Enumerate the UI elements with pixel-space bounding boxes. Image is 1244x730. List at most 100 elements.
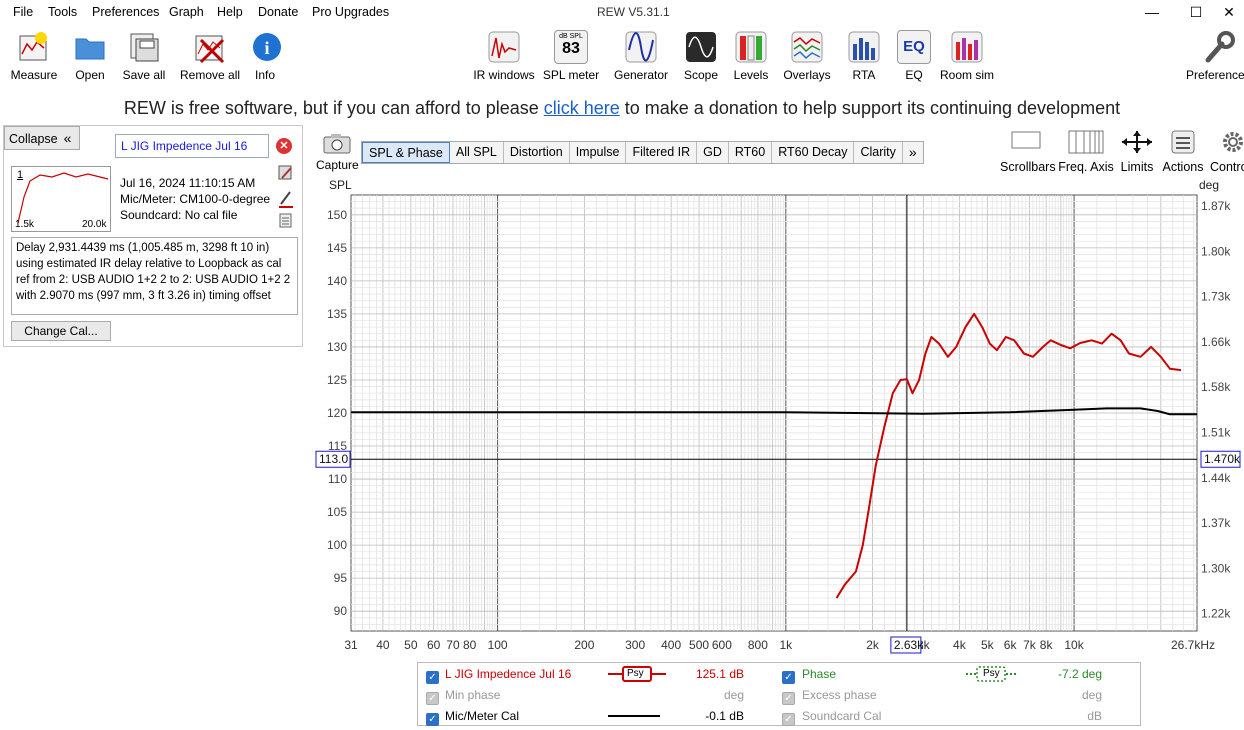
capture-label: Capture	[316, 158, 359, 172]
overlays-button[interactable]: Overlays	[782, 30, 832, 82]
room-sim-button[interactable]: Room sim	[938, 30, 996, 82]
eq-button[interactable]: EQ EQ	[897, 30, 931, 82]
generator-label: Generator	[613, 68, 669, 82]
x-tick-label: 7k	[1023, 638, 1037, 652]
legend-excess-phase-label: Excess phase	[802, 688, 877, 702]
controls-button[interactable]: Contro	[1210, 130, 1244, 174]
tab-more[interactable]: »	[903, 142, 923, 163]
remove-all-button[interactable]: Remove all	[180, 30, 240, 82]
tab-rt60-decay[interactable]: RT60 Decay	[772, 142, 855, 163]
menu-preferences[interactable]: Preferences	[92, 5, 159, 19]
controls-label: Contro	[1210, 160, 1244, 174]
x-tick-label: 50	[404, 638, 418, 652]
legend-excess-phase-value: deg	[1081, 688, 1102, 702]
measure-button[interactable]: Measure	[10, 30, 58, 82]
rta-button[interactable]: RTA	[846, 30, 882, 82]
double-chevron-left-icon: «	[63, 130, 72, 146]
save-all-label: Save all	[122, 68, 166, 82]
legend-cal-checkbox[interactable]: ✓	[426, 709, 439, 726]
limits-label: Limits	[1120, 160, 1154, 174]
scope-icon	[686, 32, 716, 62]
y-tick-label: 90	[334, 604, 348, 618]
levels-button[interactable]: Levels	[731, 30, 771, 82]
menu-pro-upgrades[interactable]: Pro Upgrades	[312, 5, 389, 19]
legend-spl-value: 125.1 dB	[695, 667, 744, 681]
menu-graph[interactable]: Graph	[169, 5, 204, 19]
save-all-button[interactable]: Save all	[122, 30, 166, 82]
scrollbars-button[interactable]: Scrollbars	[1000, 130, 1056, 174]
legend-spl-checkbox[interactable]: ✓	[426, 667, 439, 684]
legend-phase-psy[interactable]: Psy	[983, 668, 1000, 679]
legend-spl-label: L JIG Impedence Jul 16	[445, 667, 572, 681]
menu-file[interactable]: File	[13, 5, 33, 19]
legend-cal-value: -0.1 dB	[705, 709, 744, 723]
actions-button[interactable]: Actions	[1162, 130, 1204, 174]
y-tick-label: 150	[327, 208, 347, 222]
open-label: Open	[75, 68, 105, 82]
remove-all-label: Remove all	[180, 68, 241, 82]
tab-distortion[interactable]: Distortion	[504, 142, 570, 163]
open-button[interactable]: Open	[70, 30, 110, 82]
menu-tools[interactable]: Tools	[48, 5, 77, 19]
spl-phase-chart[interactable]: 15014514013513012512011511010510095901.8…	[0, 175, 1244, 660]
menu-donate[interactable]: Donate	[258, 5, 298, 19]
donation-link[interactable]: click here	[544, 98, 620, 118]
legend-spl-psy[interactable]: Psy	[627, 668, 644, 679]
close-icon[interactable]: ✕	[1214, 2, 1244, 22]
legend-cal-line	[608, 715, 660, 717]
y-tick-label: 140	[327, 274, 347, 288]
eq-label: EQ	[905, 68, 923, 82]
legend-soundcard-cal-checkbox[interactable]: ✓	[782, 709, 795, 726]
tab-all-spl[interactable]: All SPL	[450, 142, 504, 163]
freq-axis-button[interactable]: Freq. Axis	[1058, 130, 1114, 174]
measure-label: Measure	[10, 68, 58, 82]
y2-tick-label: 1.44k	[1201, 471, 1231, 485]
camera-icon	[323, 134, 351, 154]
measure-icon	[19, 32, 47, 61]
cursor-y-readout: 113.0	[319, 452, 348, 466]
legend-cal-label: Mic/Meter Cal	[445, 709, 520, 723]
maximize-icon[interactable]: ☐	[1181, 2, 1211, 22]
window-title: REW V5.31.1	[597, 5, 670, 19]
x-tick-label: 4k	[953, 638, 967, 652]
eq-icon: EQ	[897, 30, 931, 64]
limits-icon	[1122, 131, 1152, 153]
measurement-name-field[interactable]: L JIG Impedence Jul 16	[115, 134, 269, 158]
tab-gd[interactable]: GD	[697, 142, 729, 163]
y2-tick-label: 1.58k	[1201, 380, 1231, 394]
tab-spl-phase[interactable]: SPL & Phase	[362, 142, 450, 163]
tab-impulse[interactable]: Impulse	[570, 142, 627, 163]
collapse-button[interactable]: Collapse «	[4, 126, 80, 150]
legend-excess-phase-checkbox[interactable]: ✓	[782, 688, 795, 705]
generator-button[interactable]: Generator	[612, 30, 670, 82]
limits-button[interactable]: Limits	[1118, 130, 1156, 174]
legend-phase-checkbox[interactable]: ✓	[782, 667, 795, 684]
x-tick-label: 100	[488, 638, 508, 652]
scope-button[interactable]: Scope	[680, 30, 722, 82]
tab-clarity[interactable]: Clarity	[854, 142, 903, 163]
gear-icon	[1223, 132, 1243, 152]
spl-meter-button[interactable]: dB SPL 83 SPL meter	[542, 30, 600, 82]
tab-filtered-ir[interactable]: Filtered IR	[626, 142, 698, 163]
menu-help[interactable]: Help	[217, 5, 243, 19]
preferences-button[interactable]: Preferences	[1186, 30, 1244, 82]
rta-label: RTA	[852, 68, 876, 82]
ir-windows-button[interactable]: IR windows	[472, 30, 536, 82]
menu-bar: File Tools Preferences Graph Help Donate…	[0, 0, 1244, 26]
wrench-icon	[1205, 31, 1235, 63]
y-tick-label: 135	[327, 307, 347, 321]
y2-tick-label: 1.87k	[1201, 199, 1231, 213]
y-axis-label: SPL	[329, 178, 352, 192]
delete-measurement-icon[interactable]: ✕	[276, 138, 292, 154]
spl-meter-value: 83	[562, 40, 580, 57]
y2-tick-label: 1.73k	[1201, 290, 1231, 304]
y-tick-label: 145	[327, 241, 347, 255]
info-button[interactable]: i Info	[250, 30, 281, 82]
x-tick-label: 8k	[1040, 638, 1054, 652]
freq-axis-icon	[1068, 130, 1104, 154]
tab-rt60[interactable]: RT60	[729, 142, 773, 163]
minimize-icon[interactable]: —	[1137, 2, 1167, 22]
capture-button[interactable]: Capture	[316, 132, 359, 172]
graph-legend: ✓ L JIG Impedence Jul 16 Psy 125.1 dB ✓ …	[417, 662, 1141, 726]
legend-min-phase-checkbox[interactable]: ✓	[426, 688, 439, 705]
